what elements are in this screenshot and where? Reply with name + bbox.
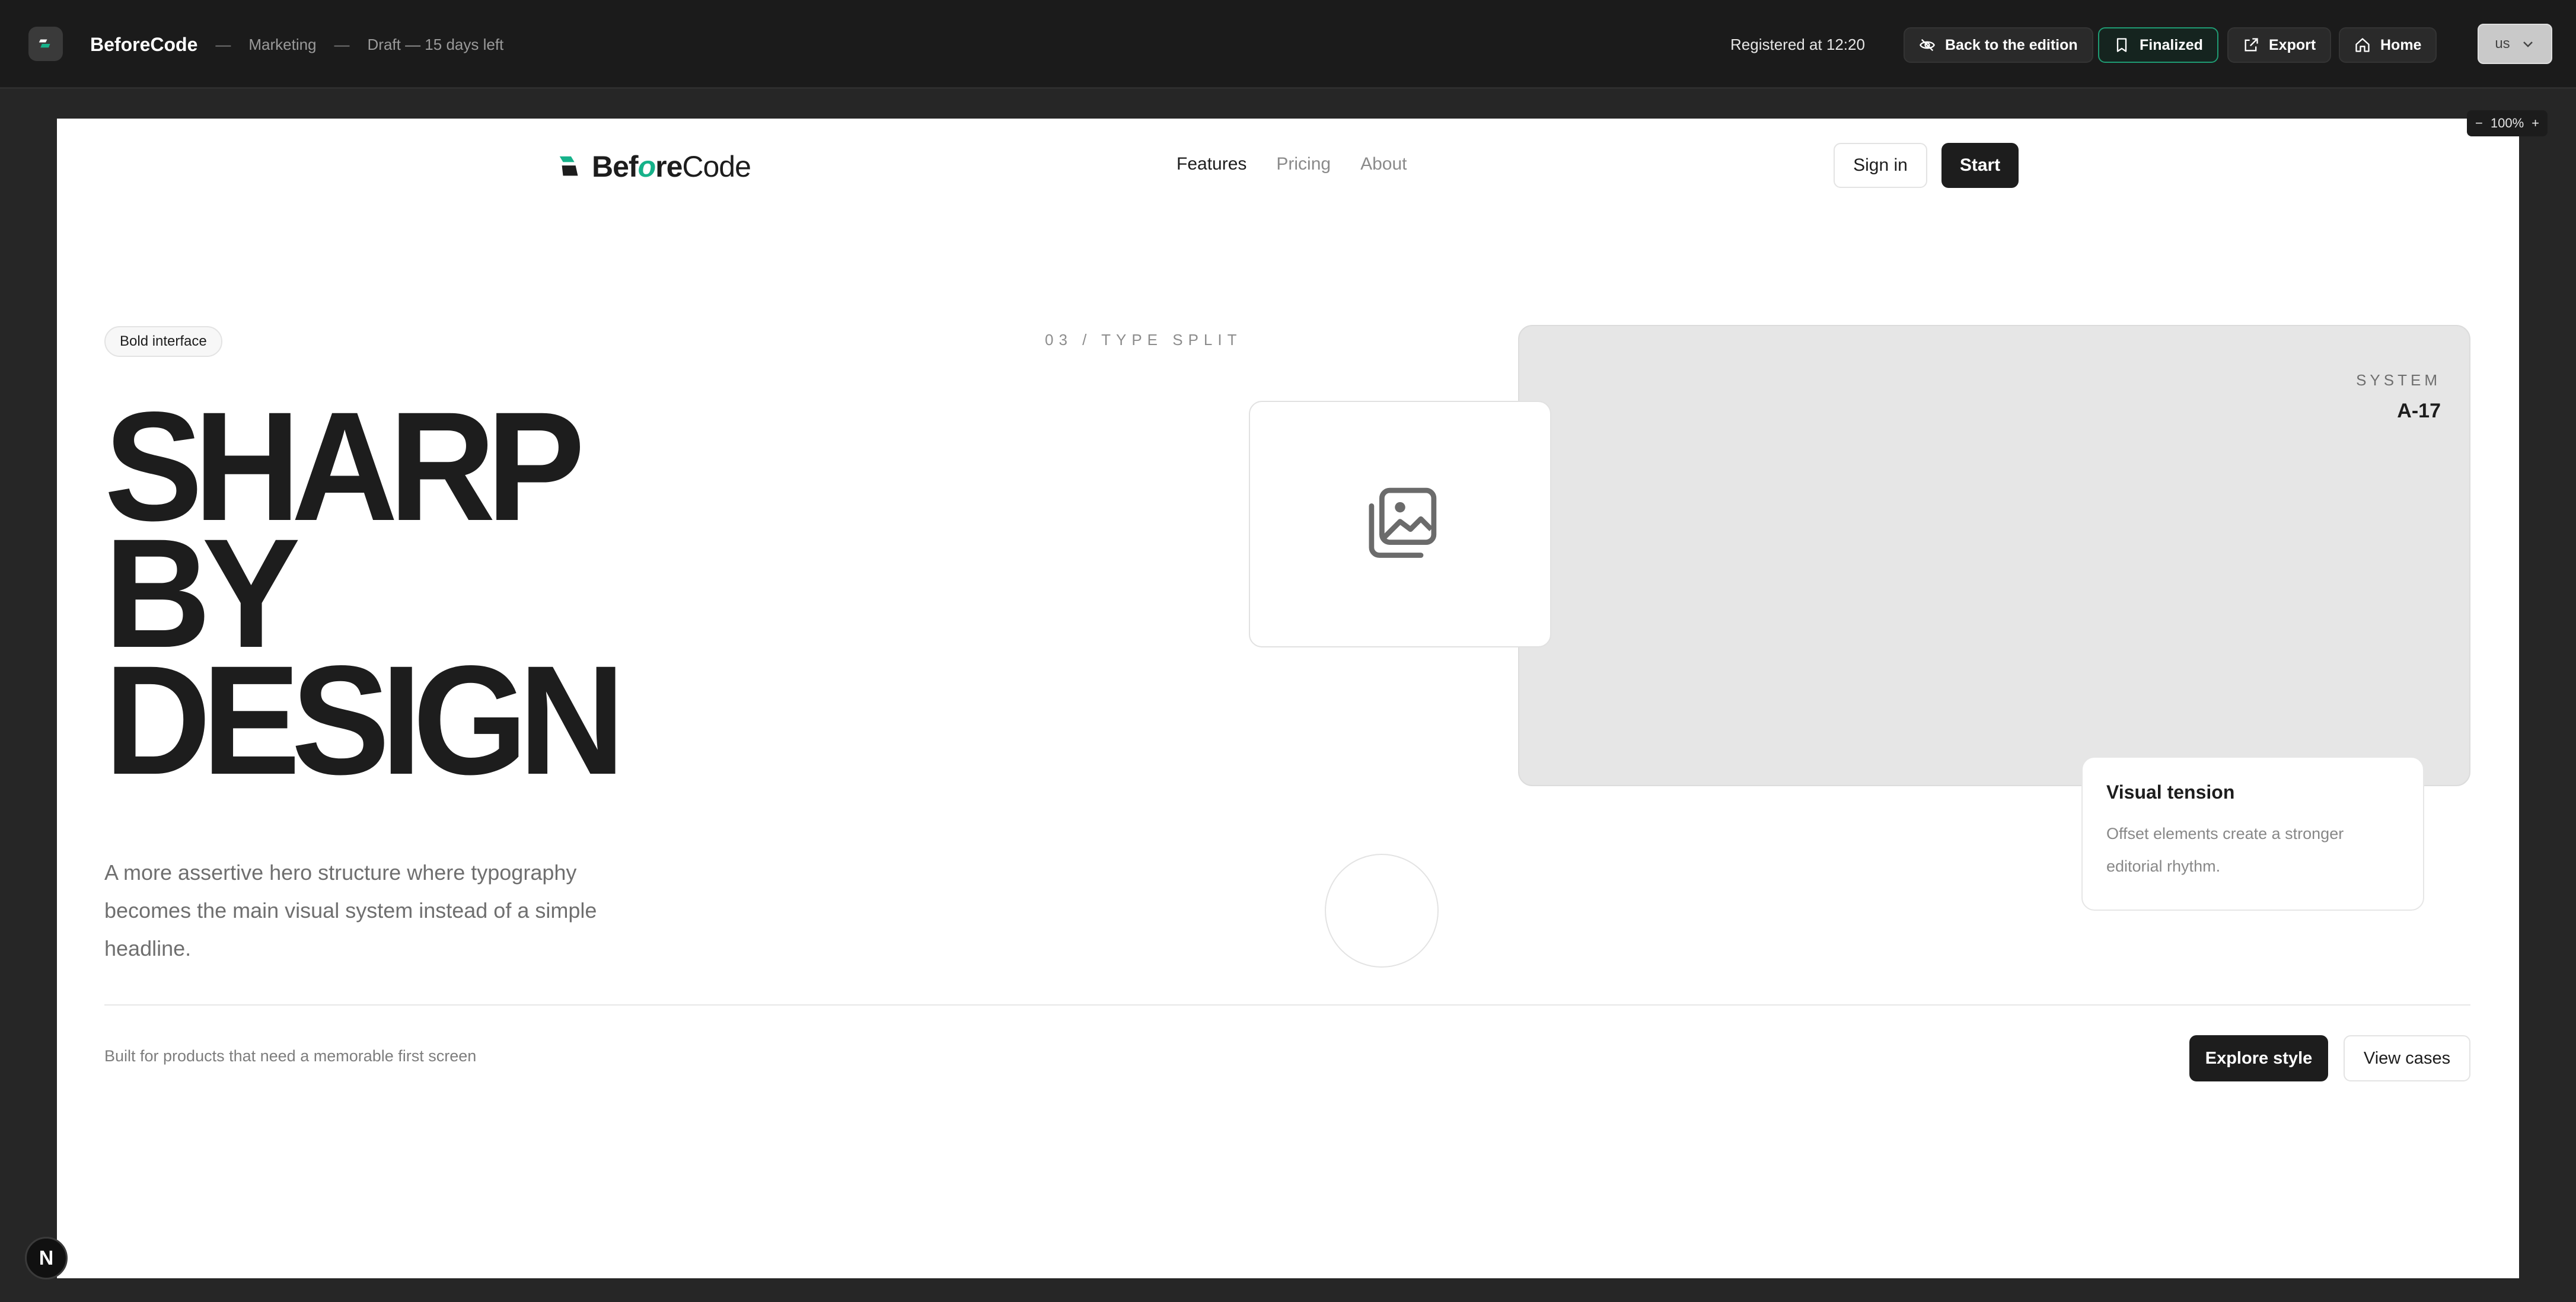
n-badge-button[interactable]: N xyxy=(25,1237,68,1279)
view-cases-button[interactable]: View cases xyxy=(2344,1035,2470,1081)
language-value: us xyxy=(2495,36,2510,52)
back-to-edition-label: Back to the edition xyxy=(1945,36,2078,53)
section-label: 03 / TYPE SPLIT xyxy=(1045,331,1242,349)
footer-tagline: Built for products that need a memorable… xyxy=(104,1047,477,1065)
image-placeholder-icon xyxy=(1369,487,1437,558)
finalized-button[interactable]: Finalized xyxy=(2098,27,2218,63)
nav-features[interactable]: Features xyxy=(1177,154,1246,174)
back-to-edition-button[interactable]: Back to the edition xyxy=(1904,27,2093,63)
zoom-out-button[interactable]: − xyxy=(2475,116,2483,131)
app-top-bar: BeforeCode — Marketing — Draft — 15 days… xyxy=(0,0,2576,89)
start-button[interactable]: Start xyxy=(1941,143,2019,188)
home-label: Home xyxy=(2380,36,2422,53)
system-code: A-17 xyxy=(2397,400,2441,422)
image-placeholder-card[interactable] xyxy=(1249,401,1551,647)
breadcrumb-section[interactable]: Marketing xyxy=(248,36,316,54)
bold-interface-pill: Bold interface xyxy=(104,326,222,357)
site-nav: Features Pricing About xyxy=(1177,154,1407,174)
site-logo-icon xyxy=(559,156,578,176)
breadcrumb-separator: — xyxy=(334,35,350,53)
zoom-in-button[interactable]: + xyxy=(2532,116,2539,131)
note-body: Offset elements create a stronger editor… xyxy=(2106,825,2344,875)
draft-status: Draft — 15 days left xyxy=(367,35,504,53)
sign-in-button[interactable]: Sign in xyxy=(1834,143,1927,188)
export-button[interactable]: Export xyxy=(2227,27,2332,63)
home-button[interactable]: Home xyxy=(2339,27,2437,63)
chevron-down-icon xyxy=(2523,42,2533,47)
visual-tension-card: Visual tension Offset elements create a … xyxy=(2081,757,2424,911)
language-select[interactable]: us xyxy=(2478,24,2552,64)
export-label: Export xyxy=(2269,36,2316,53)
divider xyxy=(104,1004,2470,1006)
app-brand[interactable]: BeforeCode xyxy=(90,34,197,56)
home-icon xyxy=(2355,38,2370,52)
breadcrumb: BeforeCode — Marketing — Draft — 15 days… xyxy=(90,0,503,89)
zoom-level: 100% xyxy=(2490,116,2524,130)
decorative-circle xyxy=(1325,854,1439,968)
nav-about[interactable]: About xyxy=(1360,154,1407,174)
registered-time: Registered at 12:20 xyxy=(1730,35,1865,53)
eye-off-icon xyxy=(1920,39,1935,52)
hero-lead-text: A more assertive hero structure where ty… xyxy=(104,860,597,960)
zoom-control: − 100% + xyxy=(2467,110,2548,136)
breadcrumb-separator: — xyxy=(215,35,231,53)
system-label: SYSTEM xyxy=(2356,371,2441,389)
headline-line-3: DESIGN xyxy=(104,633,625,807)
finalized-label: Finalized xyxy=(2140,36,2203,53)
site-wordmark: BeforeCode xyxy=(592,150,751,183)
site-logo[interactable]: BeforeCode xyxy=(556,149,751,184)
visual-panel: SYSTEM A-17 xyxy=(1518,325,2470,786)
explore-style-button[interactable]: Explore style xyxy=(2189,1035,2328,1081)
note-title: Visual tension xyxy=(2106,781,2235,803)
hero-headline: SHARP BY DESIGN xyxy=(104,389,625,807)
bookmark-icon xyxy=(2116,38,2127,52)
page-preview-canvas: BeforeCode Features Pricing About Sign i… xyxy=(57,119,2519,1278)
export-icon xyxy=(2245,38,2258,52)
app-logo-icon[interactable] xyxy=(28,27,63,61)
nav-pricing[interactable]: Pricing xyxy=(1276,154,1331,174)
